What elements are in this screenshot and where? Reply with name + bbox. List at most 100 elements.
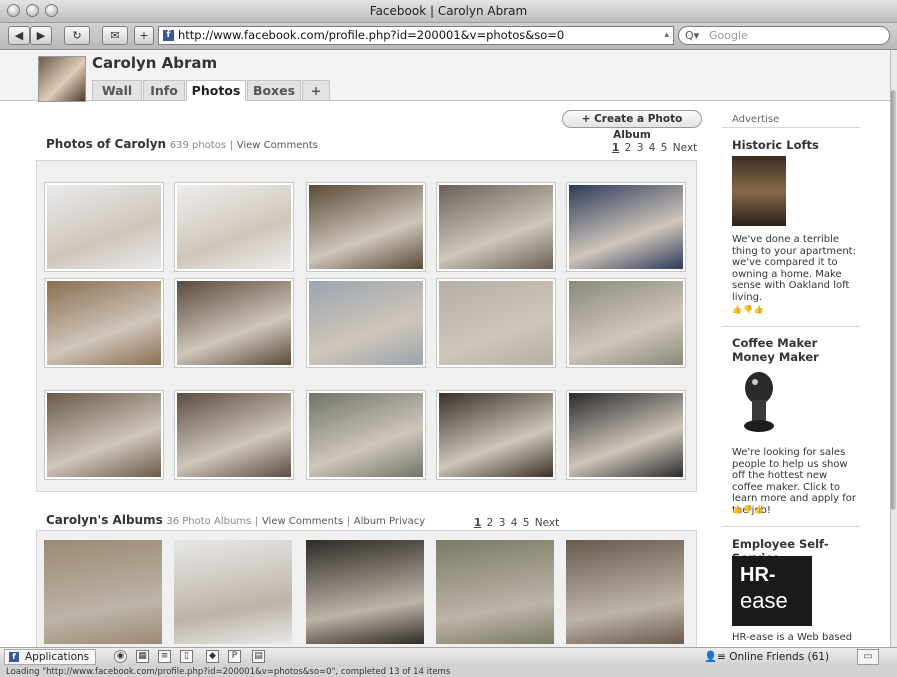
like-dislike-icon[interactable]: 👍👎👍 bbox=[732, 305, 765, 314]
photo-thumbnail[interactable] bbox=[566, 182, 686, 272]
profile-name[interactable]: Carolyn Abram bbox=[92, 54, 217, 72]
reload-button[interactable]: ↻ bbox=[64, 26, 90, 45]
tab-boxes[interactable]: Boxes bbox=[247, 80, 301, 100]
profile-avatar[interactable] bbox=[38, 56, 86, 102]
ad-image-lofts[interactable] bbox=[732, 156, 786, 226]
photo-thumbnail[interactable] bbox=[306, 390, 426, 480]
album-cover[interactable] bbox=[174, 540, 292, 644]
albums-pager: 1 2 3 4 5 Next bbox=[474, 517, 559, 529]
photo-image bbox=[177, 393, 291, 477]
address-bar[interactable]: f http://www.facebook.com/profile.php?id… bbox=[158, 26, 674, 45]
photos-pager: 1 2 3 4 5 Next bbox=[612, 142, 697, 154]
chat-icon[interactable]: ▭ bbox=[857, 649, 879, 665]
search-icon[interactable]: Q▾ bbox=[685, 27, 699, 44]
separator: | bbox=[229, 140, 234, 151]
globe-icon[interactable]: ◉ bbox=[114, 650, 127, 663]
photo-image bbox=[177, 185, 291, 269]
album-page-link-3[interactable]: 3 bbox=[499, 517, 506, 529]
page-link-4[interactable]: 4 bbox=[649, 142, 656, 154]
photo-image bbox=[309, 185, 423, 269]
album-cover[interactable] bbox=[436, 540, 554, 644]
gift-app-icon[interactable]: ◆ bbox=[206, 650, 219, 663]
facebook-favicon-icon: f bbox=[163, 30, 174, 41]
photo-image bbox=[439, 185, 553, 269]
page-link-3[interactable]: 3 bbox=[637, 142, 644, 154]
back-button[interactable]: ◀ bbox=[8, 26, 30, 45]
albums-view-comments-link[interactable]: View Comments bbox=[262, 516, 343, 527]
events-app-icon[interactable]: ▤ bbox=[252, 650, 265, 663]
photo-image bbox=[569, 281, 683, 365]
photo-thumbnail[interactable] bbox=[436, 390, 556, 480]
photos-section-header: Photos of Carolyn 639 photos | View Comm… bbox=[46, 137, 318, 151]
forward-button[interactable]: ▶ bbox=[30, 26, 52, 45]
photo-thumbnail[interactable] bbox=[44, 182, 164, 272]
tab-info[interactable]: Info bbox=[143, 80, 185, 100]
ad-text-lofts: We've done a terrible thing to your apar… bbox=[732, 234, 856, 303]
like-dislike-icon[interactable]: 👍👎👍 bbox=[732, 505, 765, 514]
search-placeholder: Google bbox=[709, 29, 748, 42]
groups-app-icon[interactable]: ▯ bbox=[180, 650, 193, 663]
add-bookmark-button[interactable]: + bbox=[134, 26, 154, 45]
album-next-page-link[interactable]: Next bbox=[535, 517, 559, 529]
address-text[interactable]: http://www.facebook.com/profile.php?id=2… bbox=[178, 27, 564, 44]
advertise-link[interactable]: Advertise bbox=[732, 114, 779, 125]
applications-menu-button[interactable]: f Applications bbox=[4, 649, 97, 665]
next-page-link[interactable]: Next bbox=[673, 142, 697, 154]
photo-thumbnail[interactable] bbox=[174, 182, 294, 272]
photo-thumbnail[interactable] bbox=[306, 278, 426, 368]
album-page-link-1[interactable]: 1 bbox=[474, 517, 481, 529]
photo-image bbox=[569, 393, 683, 477]
page-link-5[interactable]: 5 bbox=[661, 142, 668, 154]
bookmark-icon[interactable]: ✉ bbox=[102, 26, 128, 45]
coffee-maker-icon[interactable] bbox=[738, 370, 780, 436]
ad-text-hr-ease: HR-ease is a Web based bbox=[732, 632, 853, 643]
posted-items-icon[interactable]: P bbox=[228, 650, 241, 663]
photo-thumbnail[interactable] bbox=[566, 390, 686, 480]
search-input[interactable]: Q▾ Google bbox=[678, 26, 890, 45]
album-cover[interactable] bbox=[566, 540, 684, 644]
browser-window: Facebook | Carolyn Abram ◀ ▶ ↻ ✉ + f htt… bbox=[0, 0, 897, 677]
photo-image bbox=[439, 281, 553, 365]
hr-ease-logo[interactable]: HR- ease bbox=[732, 556, 812, 626]
photo-thumbnail[interactable] bbox=[174, 278, 294, 368]
online-friends-button[interactable]: 👤≡ Online Friends (61) bbox=[704, 650, 829, 663]
photo-thumbnail[interactable] bbox=[436, 182, 556, 272]
page-link-1[interactable]: 1 bbox=[612, 142, 619, 154]
separator: | bbox=[254, 516, 259, 527]
create-photo-album-button[interactable]: + Create a Photo Album bbox=[562, 110, 702, 141]
album-cover[interactable] bbox=[306, 540, 424, 644]
album-page-link-4[interactable]: 4 bbox=[511, 517, 518, 529]
album-privacy-link[interactable]: Album Privacy bbox=[354, 516, 425, 527]
photo-image bbox=[569, 185, 683, 269]
photo-image bbox=[439, 393, 553, 477]
scrollbar-thumb[interactable] bbox=[891, 90, 896, 510]
tab-photos[interactable]: Photos bbox=[186, 80, 246, 101]
divider bbox=[722, 326, 860, 327]
online-friends-close: ) bbox=[825, 651, 830, 663]
album-page-link-2[interactable]: 2 bbox=[487, 517, 494, 529]
photo-image bbox=[47, 185, 161, 269]
status-bar: Loading "http://www.facebook.com/profile… bbox=[0, 667, 897, 677]
view-comments-link[interactable]: View Comments bbox=[237, 140, 318, 151]
tab-wall[interactable]: Wall bbox=[92, 80, 142, 100]
photo-image bbox=[177, 281, 291, 365]
photos-section-title: Photos of Carolyn bbox=[46, 137, 167, 151]
address-dropdown-icon[interactable]: ▴ bbox=[664, 27, 669, 44]
photo-thumbnail[interactable] bbox=[436, 278, 556, 368]
divider bbox=[722, 526, 860, 527]
page-link-2[interactable]: 2 bbox=[625, 142, 632, 154]
photo-thumbnail[interactable] bbox=[44, 390, 164, 480]
separator: | bbox=[346, 516, 351, 527]
album-cover[interactable] bbox=[44, 540, 162, 644]
albums-section-header: Carolyn's Albums 36 Photo Albums | View … bbox=[46, 513, 425, 527]
tab-add[interactable]: + bbox=[302, 80, 330, 100]
notes-app-icon[interactable]: ≡ bbox=[158, 650, 171, 663]
album-page-link-5[interactable]: 5 bbox=[523, 517, 530, 529]
photo-thumbnail[interactable] bbox=[174, 390, 294, 480]
photo-thumbnail[interactable] bbox=[566, 278, 686, 368]
photo-thumbnail[interactable] bbox=[306, 182, 426, 272]
photos-app-icon[interactable]: ▦ bbox=[136, 650, 149, 663]
ad-title-historic-lofts[interactable]: Historic Lofts bbox=[732, 138, 857, 152]
ad-title-coffee-maker[interactable]: Coffee Maker Money Maker bbox=[732, 336, 857, 364]
photo-thumbnail[interactable] bbox=[44, 278, 164, 368]
